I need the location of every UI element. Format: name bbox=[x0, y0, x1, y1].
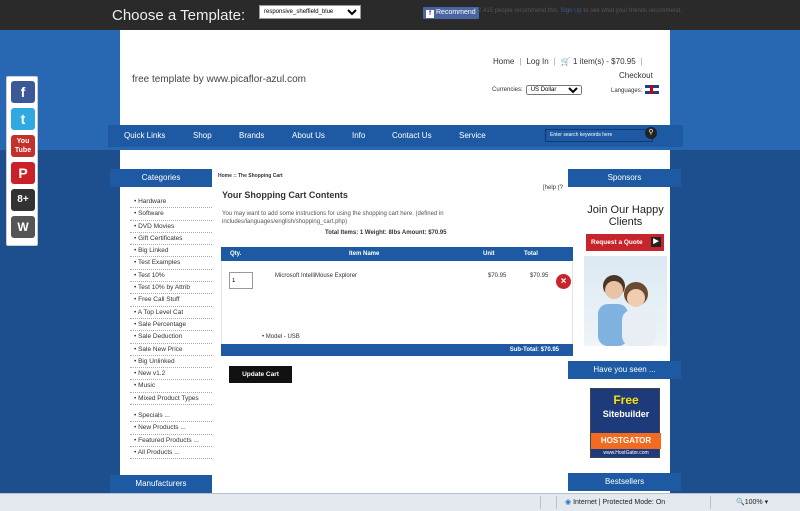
categories-header: Categories bbox=[110, 169, 212, 187]
specials-item[interactable]: New Products ... bbox=[130, 422, 212, 435]
cart-instructions: You may want to add some instructions fo… bbox=[222, 211, 444, 225]
page-title: Your Shopping Cart Contents bbox=[222, 190, 348, 200]
security-zone[interactable]: ◉ Internet | Protected Mode: On bbox=[565, 498, 665, 506]
template-bar: Choose a Template: responsive_sheffield_… bbox=[0, 0, 800, 30]
photo-illustration bbox=[598, 275, 656, 346]
category-item[interactable]: Software bbox=[130, 208, 212, 221]
specials-item[interactable]: Featured Products ... bbox=[130, 435, 212, 447]
category-item[interactable]: Gift Certificates bbox=[130, 233, 212, 246]
wordpress-icon[interactable]: W bbox=[11, 216, 35, 238]
social-bar: f t You Tube P 8+ W bbox=[6, 76, 38, 246]
recommend-button[interactable]: f Recommend bbox=[423, 7, 479, 19]
sponsors-header: Sponsors bbox=[568, 169, 681, 187]
nav-info[interactable]: Info bbox=[352, 131, 365, 140]
specials-item[interactable]: Specials ... bbox=[130, 410, 212, 423]
pinterest-icon[interactable]: P bbox=[11, 162, 35, 184]
manufacturers-header: Manufacturers bbox=[110, 475, 212, 493]
home-link[interactable]: Home bbox=[493, 57, 514, 66]
template-select[interactable]: responsive_sheffield_blue bbox=[259, 5, 361, 19]
nav-brands[interactable]: Brands bbox=[239, 131, 264, 140]
sponsor-headline: Join Our Happy Clients bbox=[587, 204, 664, 228]
zoom-level[interactable]: 🔍100% ▾ bbox=[736, 498, 768, 506]
item-total: $70.95 bbox=[530, 273, 549, 279]
youtube-icon[interactable]: You Tube bbox=[11, 135, 35, 157]
template-label: Choose a Template: bbox=[112, 7, 246, 24]
col-total: Total bbox=[524, 251, 538, 257]
category-item[interactable]: New v1.2 bbox=[130, 368, 212, 381]
uk-flag-icon[interactable] bbox=[645, 85, 660, 94]
checkout-link[interactable]: Checkout bbox=[619, 71, 653, 80]
facebook-icon: f bbox=[426, 10, 434, 18]
have-you-seen-header: Have you seen ... bbox=[568, 361, 681, 379]
request-quote-button[interactable]: Request a Quote ▶ bbox=[586, 234, 664, 251]
fb-signup-link[interactable]: Sign Up bbox=[560, 8, 581, 14]
browser-status-bar: ◉ Internet | Protected Mode: On 🔍100% ▾ bbox=[0, 493, 800, 511]
category-item[interactable]: Test 10% by Attrib bbox=[130, 282, 212, 295]
header-links: Home | Log In | 🛒 1 item(s) - $70.95 | bbox=[493, 57, 643, 66]
category-item[interactable]: Test Examples bbox=[130, 257, 212, 270]
fb-note-pre: 2,415 people recommend this. bbox=[478, 8, 559, 14]
category-item[interactable]: Music bbox=[130, 380, 212, 393]
cart-table-header: Qty. Item Name Unit Total bbox=[221, 247, 573, 261]
nav-shop[interactable]: Shop bbox=[193, 131, 212, 140]
facebook-icon[interactable]: f bbox=[11, 81, 35, 103]
item-unit-price: $70.95 bbox=[488, 273, 507, 279]
sponsor-ad[interactable]: Join Our Happy Clients Request a Quote ▶ bbox=[584, 196, 667, 346]
bestsellers-header: Bestsellers bbox=[568, 473, 681, 491]
header: free template by www.picaflor-azul.com H… bbox=[120, 30, 670, 125]
category-item[interactable]: DVD Movies bbox=[130, 221, 212, 233]
nav-contact-us[interactable]: Contact Us bbox=[392, 131, 432, 140]
main-nav: Quick Links Shop Brands About Us Info Co… bbox=[108, 125, 683, 147]
remove-icon[interactable]: × bbox=[556, 274, 571, 289]
googleplus-icon[interactable]: 8+ bbox=[11, 189, 35, 211]
subtotal-bar: Sub-Total: $70.95 bbox=[221, 344, 573, 356]
cart-totals: Total Items: 1 Weight: 8lbs Amount: $70.… bbox=[325, 230, 447, 236]
search-input[interactable]: Enter search keywords here bbox=[545, 129, 653, 142]
category-item[interactable]: Sale Percentage bbox=[130, 319, 212, 332]
nav-service[interactable]: Service bbox=[459, 131, 486, 140]
twitter-icon[interactable]: t bbox=[11, 108, 35, 130]
category-item[interactable]: Hardware bbox=[130, 196, 212, 209]
table-row: Microsoft IntelliMouse Explorer $70.95 $… bbox=[221, 262, 573, 344]
quantity-input[interactable] bbox=[229, 272, 253, 289]
category-item[interactable]: Sale Deduction bbox=[130, 331, 212, 344]
globe-icon: ◉ bbox=[565, 499, 572, 506]
currency-select[interactable]: US Dollar bbox=[525, 85, 582, 95]
arrow-right-icon: ▶ bbox=[651, 237, 661, 247]
fb-note-post: to see what your friends recommend. bbox=[583, 8, 683, 14]
category-list: Hardware Software DVD Movies Gift Certif… bbox=[130, 196, 212, 406]
hostgator-banner[interactable]: Free Sitebuilder HOSTGATOR www.HostGator… bbox=[590, 388, 661, 458]
currencies: Currencies: US Dollar bbox=[492, 85, 582, 95]
category-item[interactable]: Test 10% bbox=[130, 270, 212, 283]
category-item[interactable]: Big Unlinked bbox=[130, 356, 212, 369]
col-unit: Unit bbox=[483, 251, 495, 257]
category-item[interactable]: Mixed Product Types bbox=[130, 393, 212, 406]
languages: Languages: bbox=[611, 85, 660, 94]
specials-item[interactable]: All Products ... bbox=[130, 447, 212, 460]
item-name[interactable]: Microsoft IntelliMouse Explorer bbox=[275, 273, 357, 279]
update-cart-button[interactable]: Update Cart bbox=[229, 366, 292, 383]
breadcrumb[interactable]: Home :: The Shopping Cart bbox=[218, 173, 283, 179]
category-item[interactable]: Big Linked bbox=[130, 245, 212, 258]
fb-note: 2,415 people recommend this. Sign Up to … bbox=[478, 8, 682, 14]
specials-list: Specials ... New Products ... Featured P… bbox=[130, 410, 212, 460]
nav-about-us[interactable]: About Us bbox=[292, 131, 325, 140]
category-item[interactable]: Sale New Price bbox=[130, 344, 212, 356]
col-qty: Qty. bbox=[230, 251, 242, 257]
category-item[interactable]: A Top Level Cat bbox=[130, 307, 212, 319]
zoom-icon: 🔍 bbox=[736, 499, 745, 506]
item-attribute: • Model - USB bbox=[262, 334, 300, 340]
happy-couple-photo bbox=[584, 256, 667, 346]
search-icon[interactable]: ⚲ bbox=[645, 127, 657, 139]
cart-link[interactable]: 1 item(s) - $70.95 bbox=[573, 57, 636, 66]
login-link[interactable]: Log In bbox=[526, 57, 548, 66]
col-item-name: Item Name bbox=[349, 251, 380, 257]
nav-quick-links[interactable]: Quick Links bbox=[124, 131, 165, 140]
cart-icon[interactable]: 🛒 bbox=[561, 57, 571, 66]
tagline: free template by www.picaflor-azul.com bbox=[132, 74, 306, 85]
category-item[interactable]: Free Call Stuff bbox=[130, 294, 212, 307]
help-link[interactable]: [help (? bbox=[543, 185, 563, 191]
